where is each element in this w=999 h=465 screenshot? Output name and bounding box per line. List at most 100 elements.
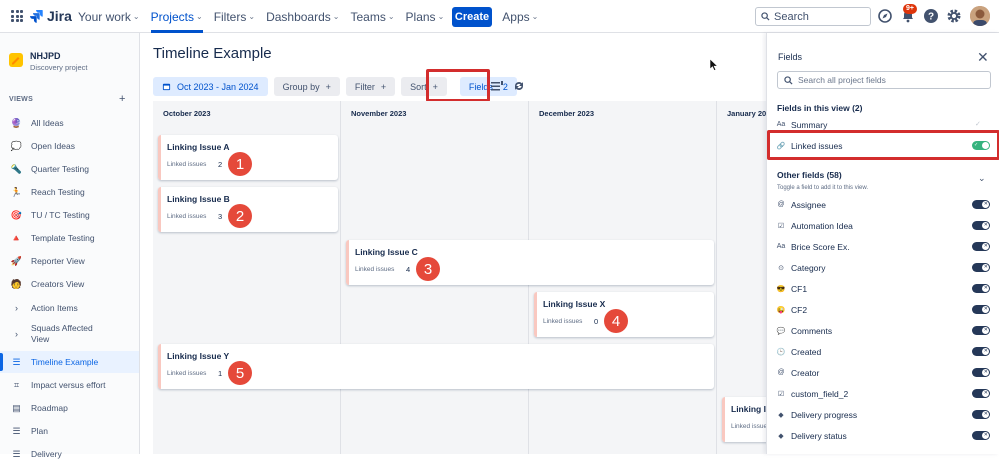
global-search-input[interactable]: Search: [755, 7, 871, 26]
main-content: Timeline Example Oct 2023 - Jan 2024 Gro…: [140, 33, 766, 454]
nav-item-filters[interactable]: Filters ⌄: [214, 0, 255, 33]
plus-icon: +: [380, 81, 387, 92]
card-field-label: Linked issues: [167, 370, 207, 377]
jira-logo[interactable]: Jira: [30, 8, 72, 24]
group-by-label: Group by: [282, 81, 320, 92]
sidebar-item-creators-view[interactable]: 🧑 Creators View: [0, 273, 139, 295]
filter-button[interactable]: Filter +: [345, 77, 396, 96]
nav-item-your-work[interactable]: Your work ⌄: [78, 0, 140, 33]
field-row-brice-score-ex-[interactable]: Aa Brice Score Ex.: [767, 236, 999, 257]
search-icon: [761, 12, 770, 21]
sidebar-item-roadmap[interactable]: ▤ Roadmap: [0, 397, 139, 419]
field-toggle[interactable]: [972, 410, 990, 419]
timeline-example-icon: ☰: [12, 356, 21, 367]
field-row-delivery-status[interactable]: ◆ Delivery status: [767, 425, 999, 446]
field-toggle[interactable]: [972, 242, 990, 251]
sidebar-item-open-ideas[interactable]: 💭 Open Ideas: [0, 135, 139, 157]
app-switcher-icon[interactable]: [11, 10, 23, 22]
action-items-icon: ›: [15, 303, 18, 313]
sidebar-item-quarter-testing[interactable]: 🔦 Quarter Testing: [0, 158, 139, 180]
field-type-icon: Aa: [776, 243, 786, 250]
jira-logo-icon: [30, 9, 43, 23]
field-toggle[interactable]: [972, 389, 990, 398]
field-label: Comments: [791, 325, 833, 336]
sidebar-item-all-ideas[interactable]: 🔮 All Ideas: [0, 112, 139, 134]
field-label: custom_field_2: [791, 388, 849, 399]
field-toggle[interactable]: [972, 221, 990, 230]
add-view-icon[interactable]: +: [119, 93, 125, 105]
nav-item-label: Teams: [350, 9, 386, 24]
nav-item-apps[interactable]: Apps ⌄: [502, 0, 538, 33]
sidebar-item-squads-affected-view[interactable]: › Squads Affected View: [0, 320, 139, 348]
page-title: Timeline Example: [153, 45, 272, 62]
field-type-icon: 💬: [776, 327, 786, 335]
nav-item-teams[interactable]: Teams ⌄: [350, 0, 394, 33]
notification-badge: 9+: [903, 4, 917, 14]
field-label: Brice Score Ex.: [791, 241, 850, 252]
field-label: Delivery progress: [791, 409, 858, 420]
nav-item-plans[interactable]: Plans ⌄: [406, 0, 445, 33]
date-range-label: Oct 2023 - Jan 2024: [177, 81, 259, 92]
field-toggle[interactable]: [972, 347, 990, 356]
sidebar-item-reach-testing[interactable]: 🏃 Reach Testing: [0, 181, 139, 203]
chevron-down-icon: ⌄: [332, 12, 340, 21]
field-toggle[interactable]: [972, 305, 990, 314]
field-row-comments[interactable]: 💬 Comments: [767, 320, 999, 341]
creators-view-icon: 🧑: [10, 278, 23, 289]
field-row-automation-idea[interactable]: ☑ Automation Idea: [767, 215, 999, 236]
gear-icon[interactable]: [946, 8, 962, 24]
field-toggle[interactable]: [972, 368, 990, 377]
field-row-cf1[interactable]: 😎 CF1: [767, 278, 999, 299]
field-label: Delivery status: [791, 430, 847, 441]
card-layout-icon[interactable]: [490, 79, 504, 93]
field-label: Assignee: [791, 199, 826, 210]
sync-icon[interactable]: [512, 79, 526, 93]
date-range-button[interactable]: Oct 2023 - Jan 2024: [153, 77, 268, 96]
timeline-card[interactable]: Linking Issue C Linked issues 4: [346, 240, 714, 285]
sidebar-item-template-testing[interactable]: 🔺 Template Testing: [0, 227, 139, 249]
field-toggle[interactable]: [972, 200, 990, 209]
jira-logo-text: Jira: [47, 8, 72, 24]
field-row-assignee[interactable]: @ Assignee: [767, 194, 999, 215]
sidebar-item-timeline-example[interactable]: ☰ Timeline Example: [0, 351, 139, 373]
create-button[interactable]: Create: [452, 7, 492, 27]
sidebar-item-tu-tc-testing[interactable]: 🎯 TU / TC Testing: [0, 204, 139, 226]
plus-icon: +: [325, 81, 331, 92]
sidebar-item-action-items[interactable]: › Action Items: [0, 297, 139, 319]
field-toggle[interactable]: [972, 326, 990, 335]
sidebar-item-reporter-view[interactable]: 🚀 Reporter View: [0, 250, 139, 272]
nav-item-dashboards[interactable]: Dashboards ⌄: [266, 0, 339, 33]
sidebar-item-delivery[interactable]: ☰ Delivery: [0, 443, 139, 465]
group-by-button[interactable]: Group by +: [273, 77, 340, 96]
timeline-card[interactable]: Linking Issue Z Linked issues: [722, 397, 766, 442]
field-row-created[interactable]: 🕒 Created: [767, 341, 999, 362]
field-type-icon: 😎: [776, 285, 786, 293]
compass-icon[interactable]: [877, 8, 893, 24]
sidebar-item-plan[interactable]: ☰ Plan: [0, 420, 139, 442]
field-row-creator[interactable]: @ Creator: [767, 362, 999, 383]
field-toggle[interactable]: [972, 284, 990, 293]
help-icon[interactable]: ?: [923, 8, 939, 24]
sidebar-item-label: Reach Testing: [31, 187, 85, 197]
nav-item-projects[interactable]: Projects ⌄: [150, 0, 203, 33]
field-row-cf2[interactable]: 😜 CF2: [767, 299, 999, 320]
card-title: Linking Issue C: [355, 247, 418, 257]
field-row-custom-field-2[interactable]: ☑ custom_field_2: [767, 383, 999, 404]
fields-search-input[interactable]: Search all project fields: [777, 71, 991, 89]
linked-issues-highlight: [767, 130, 999, 160]
card-field-value: 0: [594, 317, 599, 326]
field-row-delivery-progress[interactable]: ◆ Delivery progress: [767, 404, 999, 425]
project-name[interactable]: NHJPD: [30, 51, 61, 61]
field-toggle[interactable]: [972, 431, 990, 440]
views-section-label: VIEWS: [9, 96, 34, 103]
close-icon[interactable]: ✕: [977, 49, 989, 66]
user-avatar[interactable]: [970, 6, 990, 26]
fields-panel-title: Fields: [778, 52, 803, 62]
sidebar-item-impact-versus-effort[interactable]: ⌗ Impact versus effort: [0, 374, 139, 396]
month-column: [529, 125, 717, 454]
other-fields-header[interactable]: Other fields (58): [777, 170, 842, 180]
field-toggle[interactable]: [972, 263, 990, 272]
plan-icon: ☰: [12, 425, 21, 436]
field-row-category[interactable]: ⊙ Category: [767, 257, 999, 278]
chevron-down-icon[interactable]: ⌄: [978, 173, 986, 184]
